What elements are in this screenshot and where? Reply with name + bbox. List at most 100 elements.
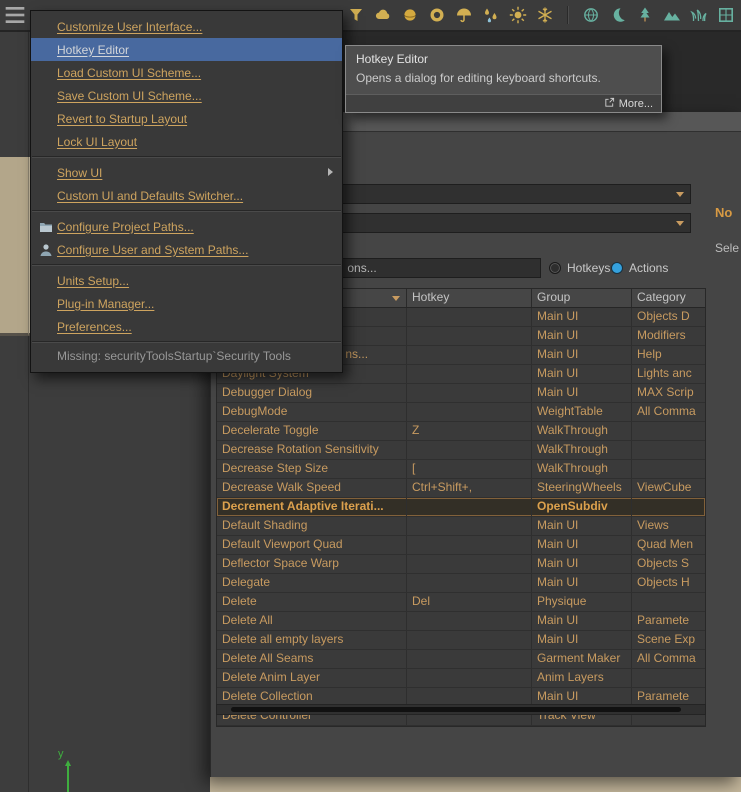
column-header[interactable]: Category — [632, 289, 705, 307]
actions-radio-group[interactable]: Actions — [611, 258, 668, 278]
action-cell: Decelerate Toggle — [217, 422, 407, 440]
menu-item[interactable]: Customize User Interface... — [31, 15, 342, 38]
actions-radio[interactable] — [611, 262, 623, 274]
umbrella-icon[interactable] — [453, 3, 475, 27]
menu-item-icon-slot — [39, 112, 53, 126]
menu-item-label: Custom UI and Defaults Switcher... — [57, 188, 244, 203]
group-cell: Anim Layers — [532, 669, 632, 687]
group-cell: Main UI — [532, 384, 632, 402]
menu-item[interactable]: Custom UI and Defaults Switcher... — [31, 184, 342, 207]
hotkeys-radio-group[interactable]: Hotkeys — [549, 258, 610, 278]
column-header[interactable]: Hotkey — [407, 289, 532, 307]
table-row[interactable]: Decrease Walk Speed Ctrl+Shift+, SteeringW… — [217, 479, 705, 498]
viewport-ground-bottom — [210, 777, 741, 792]
menu-item[interactable]: Show UI — [31, 161, 342, 184]
menu-item-icon-slot — [39, 89, 53, 103]
side-panel-secondary-text: Sele — [715, 241, 740, 255]
action-cell: Delete All — [217, 612, 407, 630]
menu-item[interactable]: Revert to Startup Layout — [31, 107, 342, 130]
action-cell: Debugger Dialog — [217, 384, 407, 402]
menu-item-label: Customize User Interface... — [57, 19, 203, 34]
mountain-icon[interactable] — [661, 3, 683, 27]
menu-item-label: Lock UI Layout — [57, 134, 138, 149]
menu-grid-icon[interactable] — [3, 3, 27, 27]
table-row[interactable]: Decrease Rotation Sensitivity WalkThrough — [217, 441, 705, 460]
group-cell: Main UI — [532, 555, 632, 573]
category-cell: All Comma — [637, 651, 696, 665]
group-cell: Main UI — [532, 308, 632, 326]
table-row[interactable]: Decrement Adaptive Iterati... OpenSubdiv — [217, 498, 705, 517]
sphere-icon[interactable] — [399, 3, 421, 27]
menu-item-label: Hotkey Editor — [57, 42, 130, 57]
window-icon[interactable] — [715, 3, 737, 27]
hotkey-editor-tooltip: Hotkey Editor Opens a dialog for editing… — [345, 45, 662, 113]
raindrops-icon[interactable] — [480, 3, 502, 27]
menu-item[interactable]: Lock UI Layout — [31, 130, 342, 153]
group-cell: OpenSubdiv — [532, 498, 632, 516]
table-row[interactable]: Delete Anim Layer Anim Layers — [217, 669, 705, 688]
table-row[interactable]: Decrease Step Size[WalkThrough — [217, 460, 705, 479]
left-panel-divider — [28, 30, 29, 792]
menu-item[interactable]: Units Setup... — [31, 269, 342, 292]
menu-item-icon-slot — [39, 43, 53, 57]
category-cell: MAX Scrip — [637, 385, 694, 399]
menu-item-icon-slot — [39, 274, 53, 288]
column-header[interactable]: Group — [532, 289, 632, 307]
more-button[interactable]: More... — [619, 98, 653, 110]
hotkey-cell — [407, 612, 532, 630]
menu-item[interactable]: Hotkey Editor — [31, 38, 342, 61]
menu-item[interactable]: Save Custom UI Scheme... — [31, 84, 342, 107]
grass-icon[interactable] — [688, 3, 710, 27]
snowflake-icon[interactable] — [534, 3, 556, 27]
menu-item-label: Plug-in Manager... — [57, 296, 155, 311]
hotkey-cell — [407, 555, 532, 573]
horizontal-scrollbar[interactable] — [216, 704, 706, 715]
menu-item-icon-slot — [39, 135, 53, 149]
category-cell — [632, 460, 705, 478]
hotkey-cell — [407, 346, 532, 364]
group-cell: WalkThrough — [532, 441, 632, 459]
table-row[interactable]: Default Shading Main UI Views — [217, 517, 705, 536]
menu-item[interactable]: Configure Project Paths... — [31, 215, 342, 238]
table-row[interactable]: Delete all empty layers Main UI Scene Exp — [217, 631, 705, 650]
group-cell: Main UI — [532, 612, 632, 630]
menu-status-text: Missing: securityToolsStartup`Security T… — [57, 349, 291, 363]
hotkey-cell — [407, 498, 532, 516]
menu-separator — [32, 264, 341, 266]
menu-item[interactable]: Plug-in Manager... — [31, 292, 342, 315]
table-row[interactable]: Delete All Main UI Paramete — [217, 612, 705, 631]
table-row[interactable]: Debugger Dialog Main UI MAX Scrip — [217, 384, 705, 403]
menu-item[interactable]: Configure User and System Paths... — [31, 238, 342, 261]
hotkey-cell — [407, 308, 532, 326]
torus-icon[interactable] — [426, 3, 448, 27]
menu-item-label: Revert to Startup Layout — [57, 111, 188, 126]
sun-icon[interactable] — [507, 3, 529, 27]
cloud-icon[interactable] — [372, 3, 394, 27]
table-row[interactable]: Deflector Space Warp Main UI Objects S — [217, 555, 705, 574]
scrollbar-thumb[interactable] — [231, 707, 681, 712]
funnel-icon[interactable] — [345, 3, 367, 27]
category-cell — [632, 422, 705, 440]
menu-item-icon-slot — [39, 320, 53, 334]
table-row[interactable]: Delete Del Physique — [217, 593, 705, 612]
menu-item[interactable]: Preferences... — [31, 315, 342, 338]
moon-icon[interactable] — [607, 3, 629, 27]
table-row[interactable]: Default Viewport Quad Main UI Quad Men — [217, 536, 705, 555]
menu-item-label: Load Custom UI Scheme... — [57, 65, 202, 80]
category-cell: Paramete — [637, 613, 690, 627]
group-cell: Main UI — [532, 327, 632, 345]
table-row[interactable]: Decelerate Toggle Z WalkThrough — [217, 422, 705, 441]
globe-icon[interactable] — [580, 3, 602, 27]
hotkey-cell — [407, 536, 532, 554]
group-cell: WeightTable — [532, 403, 632, 421]
tree-icon[interactable] — [634, 3, 656, 27]
table-row[interactable]: DebugMode WeightTable All Comma — [217, 403, 705, 422]
menu-item-label: Show UI — [57, 165, 103, 180]
menu-item[interactable]: Load Custom UI Scheme... — [31, 61, 342, 84]
filter-dropdown-icon[interactable] — [392, 296, 400, 301]
hotkeys-radio[interactable] — [549, 262, 561, 274]
table-row[interactable]: Delegate Main UI Objects H — [217, 574, 705, 593]
folder-icon — [39, 220, 53, 234]
table-row[interactable]: Delete All Seams Garment Maker All Comma — [217, 650, 705, 669]
category-cell: Quad Men — [637, 537, 694, 551]
